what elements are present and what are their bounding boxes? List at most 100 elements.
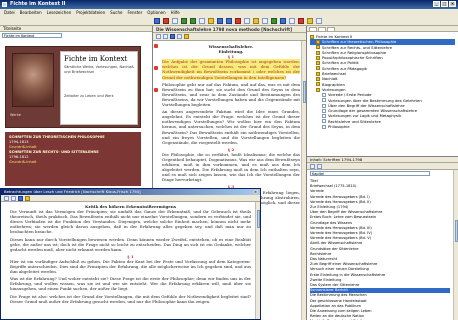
- document-icon: [322, 103, 326, 108]
- toc-pane: Inhalt: Schriften 1794-1798 Kapitel Tite…: [307, 157, 458, 320]
- scroll-thumb[interactable]: [257, 210, 260, 228]
- star-icon[interactable]: [307, 17, 313, 24]
- settings-icon[interactable]: [289, 17, 295, 24]
- highlighted-passage[interactable]: Die Aufgabe der gesammten Philosophie is…: [162, 59, 300, 80]
- toc-scrollbar[interactable]: [453, 170, 458, 320]
- work-tree: Fichte im Kontext II Schriften zur theore…: [307, 32, 458, 131]
- menu-suche[interactable]: Suche: [110, 9, 122, 16]
- doc-back-icon[interactable]: [156, 34, 161, 39]
- save-icon[interactable]: [262, 17, 268, 24]
- close-button[interactable]: ×: [449, 1, 456, 7]
- book-cover: Fichte im Kontext Sämtliche Werke, Vorle…: [5, 46, 141, 128]
- secondary-scrollbar[interactable]: [255, 202, 260, 319]
- document-title: Die Wissenschaftslehre 1798 nova methodo…: [153, 26, 306, 33]
- stop-icon[interactable]: [298, 17, 304, 24]
- doc-forward-icon[interactable]: [11, 195, 16, 201]
- title-page-content: Fichte im Kontext Sämtliche Werke, Vorle…: [2, 46, 151, 186]
- tree-item-label: Philosophie: [328, 124, 350, 130]
- highlight-icon[interactable]: [235, 17, 241, 24]
- menu-lesezeichen[interactable]: Lesezeichen: [47, 9, 72, 16]
- print-icon[interactable]: [172, 17, 178, 24]
- help-icon[interactable]: [316, 17, 322, 24]
- folder-icon: [310, 34, 314, 39]
- doc-paragraph: Dieses kann nur durch Vorstellungen bewi…: [10, 236, 251, 252]
- doc-mark-icon[interactable]: [184, 34, 189, 39]
- tree-tab[interactable]: [318, 27, 326, 32]
- doc-paragraph: Was ist die Erfahrung? Und woher entsteh…: [10, 276, 251, 292]
- document-icon: [322, 108, 326, 113]
- secondary-window-title: Betrachtungen über Leszh und Friedrich […: [4, 189, 141, 194]
- home-icon[interactable]: [154, 17, 160, 24]
- folder-icon: [316, 39, 320, 44]
- doc-paragraph: Hier ist ein vorläufiger Aufschluß zu ge…: [10, 258, 251, 275]
- document-icon: [322, 92, 326, 97]
- search-icon[interactable]: [208, 17, 214, 24]
- doc-page-icon[interactable]: [18, 195, 23, 201]
- tree-item[interactable]: Philosophie: [310, 124, 455, 129]
- doc-page-icon[interactable]: [170, 34, 175, 39]
- app-window: Fichte im Kontext II _ □ × Datei Bearbei…: [0, 0, 458, 320]
- tree-tab[interactable]: [309, 27, 317, 32]
- bookmark-icon[interactable]: [163, 17, 169, 24]
- folder-icon: [316, 61, 320, 66]
- copy-icon[interactable]: [199, 17, 205, 24]
- secondary-close-button[interactable]: ×: [253, 190, 258, 194]
- maximize-button[interactable]: □: [441, 1, 448, 7]
- doc-paragraph: Philosophie geht nur auf das Faktum, und…: [162, 81, 300, 108]
- work-tree-pane: Fichte im Kontext II Schriften zur theore…: [307, 26, 458, 157]
- zoom-in-icon[interactable]: [217, 17, 223, 24]
- document-icon: [322, 98, 326, 103]
- minimize-button[interactable]: _: [433, 1, 440, 7]
- cover-caption: Werke: [10, 113, 21, 117]
- folder-icon: [316, 50, 320, 55]
- doc-find-icon[interactable]: [177, 34, 182, 39]
- toc-collapse-icon[interactable]: [317, 163, 322, 169]
- document-scrollbar[interactable]: [301, 41, 306, 320]
- cover-title: Fichte im Kontext: [64, 55, 128, 63]
- back-icon[interactable]: [181, 17, 187, 24]
- menu-datei[interactable]: Datei: [4, 9, 15, 16]
- app-icon: [2, 2, 7, 7]
- zoom-out-icon[interactable]: [226, 17, 232, 24]
- folder-icon: [316, 45, 320, 50]
- menu-bearbeiten[interactable]: Bearbeiten: [20, 9, 42, 16]
- author-portrait: [12, 53, 54, 107]
- window-tile-icon[interactable]: [280, 17, 286, 24]
- secondary-document-window: Betrachtungen über Leszh und Friedrich […: [0, 188, 261, 320]
- toc-list: Titel Briefwechsel (1775-1810) Vorrede Vorr…: [310, 179, 450, 320]
- doc-paragraph: An dieses angewendete Faktum wird die Id…: [162, 109, 300, 145]
- document-icon: [322, 114, 326, 119]
- doc-forward-icon[interactable]: [163, 34, 168, 39]
- doc-paragraph: Die Vernunft ist das Vermögen der Princi…: [10, 209, 251, 235]
- tree-tab[interactable]: [327, 27, 335, 32]
- folder-icon: [316, 55, 320, 60]
- menu-hilfe[interactable]: Hilfe: [171, 9, 180, 16]
- cover-subtitle: Sämtliche Werke, Vorlesungen, Nachlaß un…: [64, 65, 134, 74]
- toc-toolbar: [307, 163, 458, 170]
- secondary-toolbar: [1, 195, 260, 202]
- folder-icon: [316, 66, 320, 71]
- folder-icon[interactable]: [253, 17, 259, 24]
- navigation-pane: Fichte im Kontext II Schriften zur theore…: [307, 26, 458, 320]
- work-select[interactable]: Fichte im Kontext: [2, 33, 62, 38]
- menu-optionen[interactable]: Optionen: [147, 9, 165, 16]
- scroll-thumb[interactable]: [303, 81, 306, 103]
- doc-paragraph: Die Frage ist also: welches ist der Grun…: [10, 293, 251, 304]
- main-toolbar: [0, 16, 458, 26]
- doc-mark-icon[interactable]: [25, 195, 30, 201]
- section-link-law[interactable]: Grundriß-Inhalt: [9, 160, 137, 165]
- cover-publisher: Zeitalter zu Leben und Werk: [64, 94, 114, 98]
- folder-icon: [316, 82, 320, 87]
- menu-fenster[interactable]: Fenster: [127, 9, 142, 16]
- forward-icon[interactable]: [190, 17, 196, 24]
- doc-paragraph: Die Philosophie, die so verfährt, heißt …: [162, 151, 300, 183]
- title-page-selector: Fichte im Kontext: [0, 32, 152, 38]
- toc-expand-icon[interactable]: [310, 163, 315, 169]
- sync-icon[interactable]: [271, 17, 277, 24]
- title-page-pane: Titelseite Fichte im Kontext Fichte im K…: [0, 26, 153, 188]
- menu-projektdateien[interactable]: Projektdateien: [76, 9, 105, 16]
- note-icon[interactable]: [244, 17, 250, 24]
- document-icon: [322, 119, 326, 124]
- toc-select[interactable]: Kapitel: [310, 171, 430, 176]
- doc-back-icon[interactable]: [4, 195, 9, 201]
